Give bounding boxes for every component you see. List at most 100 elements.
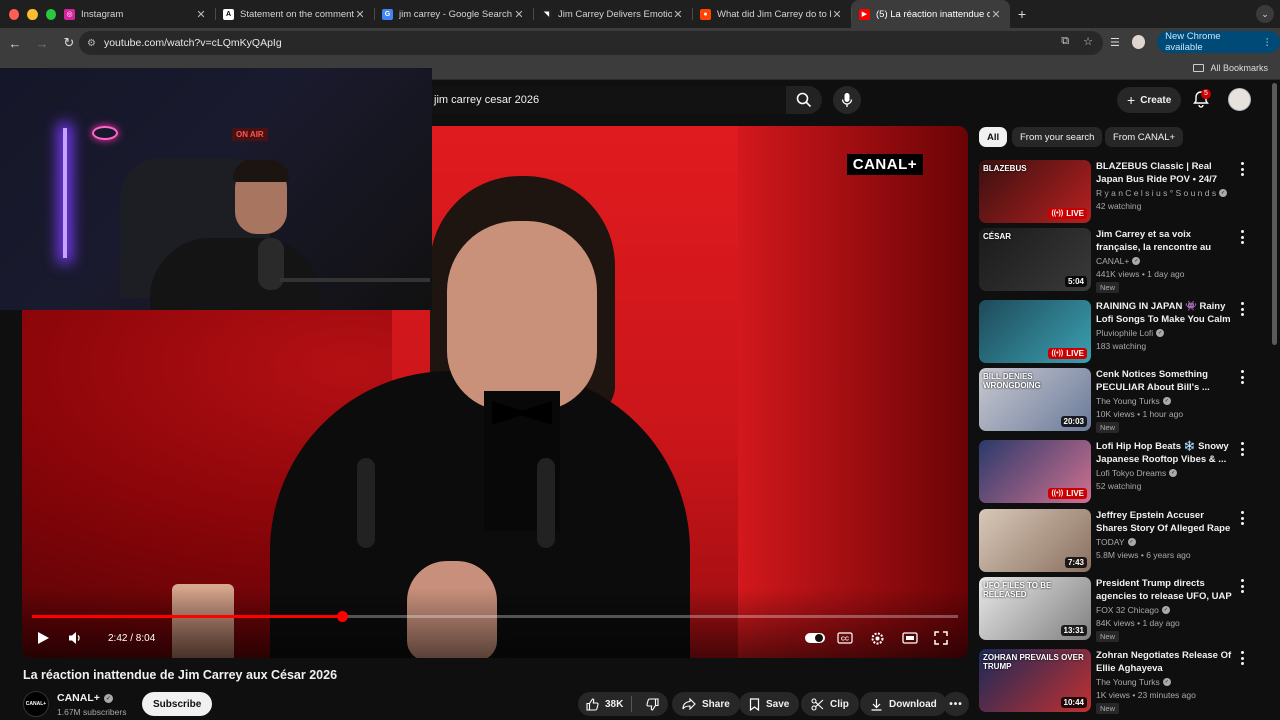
- more-options-icon[interactable]: [1237, 302, 1247, 316]
- video-thumbnail[interactable]: UFO FILES TO BE RELEASED 13:31: [979, 577, 1091, 640]
- bookmark-star-icon[interactable]: ☆: [1083, 35, 1093, 48]
- video-thumbnail[interactable]: BILL DENIES WRONGDOING 20:03: [979, 368, 1091, 431]
- recommended-video[interactable]: BLAZEBUS ((•)) LIVE BLAZEBUS Classic | Real…: [979, 160, 1269, 224]
- new-tab-button[interactable]: +: [1010, 6, 1034, 22]
- browser-tab[interactable]: Gjim carrey - Google Search ✕: [374, 0, 533, 28]
- browser-tab[interactable]: ● What did Jim Carrey do to his ✕: [692, 0, 851, 28]
- recommended-title[interactable]: Jeffrey Epstein Accuser Shares Story Of …: [1096, 509, 1234, 536]
- channel-name[interactable]: CANAL+ ✓: [57, 692, 113, 704]
- recommended-video[interactable]: ZOHRAN PREVAILS OVER TRUMP 10:44 Zohran Ne…: [979, 649, 1269, 714]
- recommended-video[interactable]: 7:43 Jeffrey Epstein Accuser Shares Story…: [979, 509, 1269, 573]
- save-button[interactable]: Save: [739, 692, 800, 716]
- play-button[interactable]: [36, 626, 50, 650]
- site-info-icon[interactable]: ⚙: [87, 38, 96, 49]
- settings-button[interactable]: [870, 626, 885, 650]
- recommended-channel[interactable]: R y a n C e l s i u s ° S o u n d s ✓: [1096, 188, 1228, 198]
- recommended-video[interactable]: BILL DENIES WRONGDOING 20:03 Cenk Notices …: [979, 368, 1269, 433]
- filter-chip[interactable]: From your search: [1012, 127, 1103, 147]
- install-app-icon[interactable]: ⧉: [1061, 35, 1069, 48]
- recommended-meta: 84K views • 1 day ago: [1096, 618, 1180, 628]
- recommended-channel[interactable]: Lofi Tokyo Dreams ✓: [1096, 468, 1178, 478]
- streamer-body: [150, 238, 320, 310]
- search-button[interactable]: [786, 86, 822, 114]
- browser-tab[interactable]: ◎ Instagram ✕: [56, 0, 215, 28]
- close-window-button[interactable]: [9, 8, 20, 20]
- theater-mode-button[interactable]: [902, 626, 918, 650]
- progress-bar[interactable]: [32, 611, 958, 622]
- subscribe-button[interactable]: Subscribe: [142, 692, 213, 716]
- recommended-video[interactable]: UFO FILES TO BE RELEASED 13:31 President T…: [979, 577, 1269, 642]
- page-scrollbar[interactable]: [1272, 83, 1277, 345]
- fullscreen-button[interactable]: [934, 626, 948, 650]
- close-tab-icon[interactable]: ✕: [831, 8, 843, 21]
- share-button[interactable]: Share: [672, 692, 740, 716]
- recommended-channel-text: CANAL+: [1096, 256, 1130, 266]
- more-options-icon[interactable]: [1237, 511, 1247, 525]
- dislike-button[interactable]: [638, 697, 667, 711]
- close-tab-icon[interactable]: ✕: [195, 8, 207, 21]
- recommended-channel[interactable]: TODAY ✓: [1096, 537, 1136, 547]
- close-tab-icon[interactable]: ✕: [990, 8, 1002, 21]
- more-actions-button[interactable]: •••: [943, 692, 969, 716]
- reading-list-icon[interactable]: ☰: [1110, 36, 1120, 49]
- recommended-video[interactable]: CÉSAR 5:04 Jim Carrey et sa voix française…: [979, 228, 1269, 293]
- new-chrome-available-button[interactable]: New Chrome available ⋮: [1157, 31, 1280, 53]
- more-options-icon[interactable]: [1237, 651, 1247, 665]
- recommended-video[interactable]: ((•)) LIVE RAINING IN JAPAN 👾 Rainy Lofi S…: [979, 300, 1269, 364]
- close-tab-icon[interactable]: ✕: [513, 8, 525, 21]
- recommended-title[interactable]: RAINING IN JAPAN 👾 Rainy Lofi Songs To M…: [1096, 300, 1234, 327]
- recommended-channel[interactable]: FOX 32 Chicago ✓: [1096, 605, 1170, 615]
- minimize-window-button[interactable]: [27, 8, 38, 20]
- reload-button[interactable]: ↻: [57, 31, 81, 55]
- video-thumbnail[interactable]: 7:43: [979, 509, 1091, 572]
- recommended-title[interactable]: Jim Carrey et sa voix française, la renc…: [1096, 228, 1234, 255]
- all-bookmarks-button[interactable]: All Bookmarks: [1193, 63, 1268, 73]
- more-options-icon[interactable]: [1237, 370, 1247, 384]
- recommended-title[interactable]: President Trump directs agencies to rele…: [1096, 577, 1234, 604]
- account-avatar[interactable]: [1228, 88, 1251, 111]
- recommended-title[interactable]: BLAZEBUS Classic | Real Japan Bus Ride P…: [1096, 160, 1234, 187]
- browser-tab[interactable]: ◥ Jim Carrey Delivers Emotional✕: [533, 0, 692, 28]
- video-thumbnail[interactable]: ((•)) LIVE: [979, 300, 1091, 363]
- video-thumbnail[interactable]: ZOHRAN PREVAILS OVER TRUMP 10:44: [979, 649, 1091, 712]
- create-button[interactable]: + Create: [1117, 87, 1182, 113]
- address-bar[interactable]: ⚙ youtube.com/watch?v=cLQmKyQApIg ⧉ ☆: [79, 31, 1103, 55]
- recommended-title[interactable]: Lofi Hip Hop Beats ❄️ Snowy Japanese Roo…: [1096, 440, 1234, 466]
- more-options-icon[interactable]: [1237, 579, 1247, 593]
- clip-button[interactable]: Clip: [801, 692, 859, 716]
- browser-tab[interactable]: A Statement on the comments ✕: [215, 0, 374, 28]
- more-options-icon[interactable]: [1237, 230, 1247, 244]
- recommended-channel[interactable]: The Young Turks ✓: [1096, 396, 1171, 406]
- recommended-title[interactable]: Zohran Negotiates Release Of Ellie Aghay…: [1096, 649, 1234, 675]
- tab-list: ◎ Instagram ✕ A Statement on the comments ✕ Gj…: [56, 0, 1010, 28]
- browser-tab[interactable]: ▶ (5) La réaction inattendue de ✕: [851, 0, 1010, 28]
- voice-search-button[interactable]: [833, 86, 861, 114]
- like-button[interactable]: 38K: [578, 696, 633, 712]
- recommended-channel[interactable]: The Young Turks ✓: [1096, 677, 1171, 687]
- recommended-channel[interactable]: CANAL+ ✓: [1096, 256, 1141, 266]
- video-thumbnail[interactable]: BLAZEBUS ((•)) LIVE: [979, 160, 1091, 223]
- search-input[interactable]: jim carrey cesar 2026 ✕: [424, 86, 814, 114]
- url-text: youtube.com/watch?v=cLQmKyQApIg: [103, 37, 282, 49]
- recommended-channel[interactable]: Pluviophile Lofi ✓: [1096, 328, 1165, 338]
- tab-search-button[interactable]: ⌄: [1256, 5, 1274, 23]
- more-options-icon[interactable]: [1237, 442, 1247, 456]
- profile-avatar[interactable]: [1131, 35, 1146, 49]
- video-thumbnail[interactable]: CÉSAR 5:04: [979, 228, 1091, 291]
- more-options-icon[interactable]: [1237, 162, 1247, 176]
- filter-chip[interactable]: All: [979, 127, 1008, 147]
- video-thumbnail[interactable]: ((•)) LIVE: [979, 440, 1091, 503]
- close-tab-icon[interactable]: ✕: [354, 8, 366, 21]
- filter-chip[interactable]: From CANAL+: [1105, 127, 1184, 147]
- channel-avatar[interactable]: CANAL+: [23, 691, 49, 717]
- recommended-title[interactable]: Cenk Notices Something PECULIAR About Bi…: [1096, 368, 1234, 394]
- recommended-video[interactable]: ((•)) LIVE Lofi Hip Hop Beats ❄️ Snowy Jap…: [979, 440, 1269, 504]
- close-tab-icon[interactable]: ✕: [672, 8, 684, 21]
- maximize-window-button[interactable]: [45, 8, 56, 20]
- mute-button[interactable]: [68, 626, 84, 650]
- forward-button[interactable]: →: [30, 31, 54, 55]
- download-button[interactable]: Download: [860, 692, 947, 716]
- captions-button[interactable]: CC: [837, 626, 853, 650]
- back-button[interactable]: ←: [3, 31, 27, 55]
- autoplay-toggle[interactable]: [804, 626, 826, 650]
